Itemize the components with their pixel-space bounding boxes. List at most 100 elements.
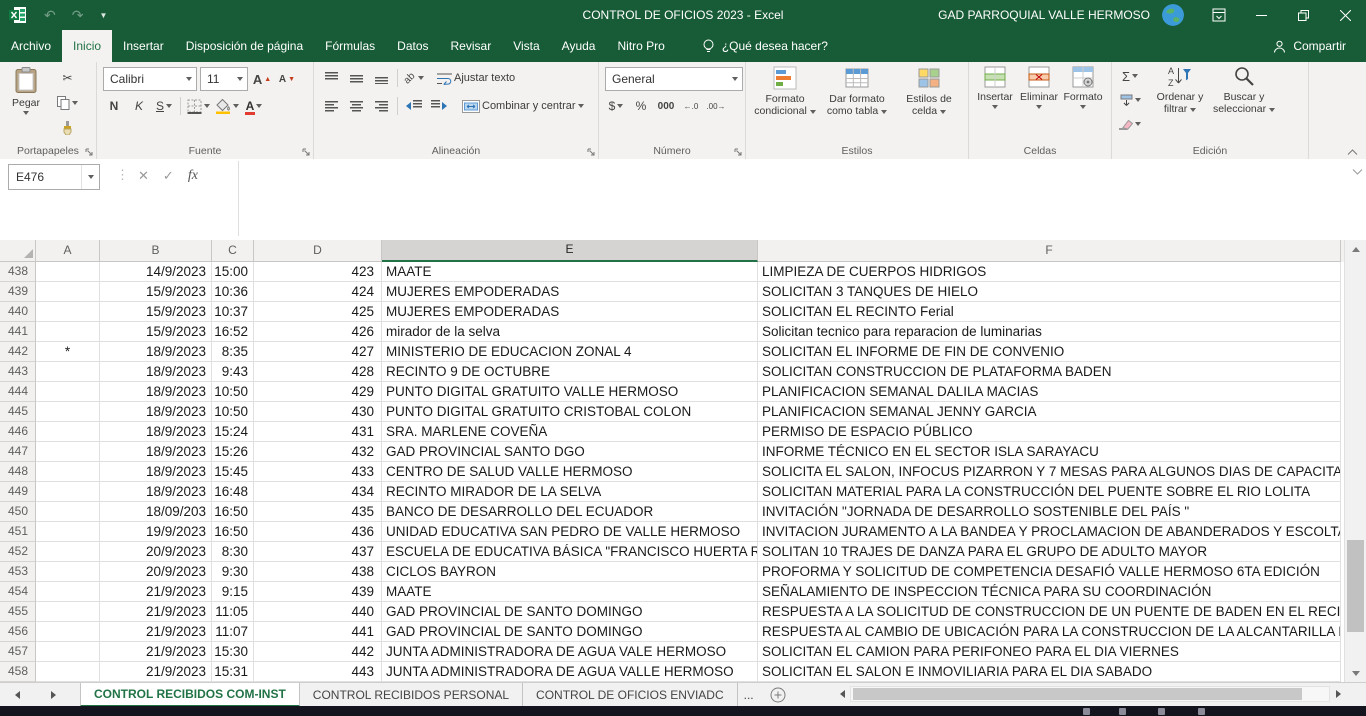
hscroll-right-icon[interactable]: [1330, 690, 1346, 698]
tab-inicio[interactable]: Inicio: [62, 30, 112, 62]
delete-cells-button[interactable]: Eliminar: [1017, 65, 1061, 109]
cell-a[interactable]: [36, 462, 100, 482]
cell-d[interactable]: 425: [254, 302, 382, 322]
insert-cells-button[interactable]: Insertar: [973, 65, 1017, 109]
cell-a[interactable]: [36, 362, 100, 382]
cell-f[interactable]: SEÑALAMIENTO DE INSPECCION TÉCNICA PARA …: [758, 582, 1341, 602]
row-header[interactable]: 457: [0, 642, 36, 662]
row-header[interactable]: 452: [0, 542, 36, 562]
cell-a[interactable]: [36, 542, 100, 562]
cell-e[interactable]: MAATE: [382, 582, 758, 602]
cell-e[interactable]: JUNTA ADMINISTRADORA DE AGUA VALLE HERMO…: [382, 662, 758, 682]
cell-c[interactable]: 8:30: [212, 542, 254, 562]
row-header[interactable]: 443: [0, 362, 36, 382]
row-header[interactable]: 451: [0, 522, 36, 542]
row-header[interactable]: 442: [0, 342, 36, 362]
cell-d[interactable]: 440: [254, 602, 382, 622]
clear-button[interactable]: [1118, 114, 1142, 134]
cell-f[interactable]: SOLICITAN 3 TANQUES DE HIELO: [758, 282, 1341, 302]
cell-d[interactable]: 438: [254, 562, 382, 582]
column-header-a[interactable]: A: [36, 240, 100, 262]
cell-b[interactable]: 14/9/2023: [100, 262, 212, 282]
cell-b[interactable]: 20/9/2023: [100, 562, 212, 582]
taskbar-tray-icon[interactable]: [1198, 708, 1205, 715]
format-as-table-dropdown-icon[interactable]: [881, 110, 887, 114]
row-header[interactable]: 441: [0, 322, 36, 342]
fill-dropdown-icon[interactable]: [1135, 98, 1141, 102]
align-top-button[interactable]: [320, 68, 342, 88]
tab-formulas[interactable]: Fórmulas: [314, 30, 386, 62]
taskbar-tray-icon[interactable]: [1158, 708, 1165, 715]
cell-b[interactable]: 20/9/2023: [100, 542, 212, 562]
cell-c[interactable]: 16:48: [212, 482, 254, 502]
cell-d[interactable]: 437: [254, 542, 382, 562]
cell-e[interactable]: RECINTO 9 DE OCTUBRE: [382, 362, 758, 382]
increase-decimal-button[interactable]: ←.0: [680, 96, 702, 116]
bold-button[interactable]: N: [103, 96, 125, 116]
cell-b[interactable]: 15/9/2023: [100, 282, 212, 302]
align-middle-button[interactable]: [345, 68, 367, 88]
orientation-dropdown-icon[interactable]: [418, 76, 424, 80]
cell-c[interactable]: 15:26: [212, 442, 254, 462]
cell-a[interactable]: [36, 622, 100, 642]
cell-b[interactable]: 18/9/2023: [100, 362, 212, 382]
row-header[interactable]: 446: [0, 422, 36, 442]
cell-a[interactable]: [36, 482, 100, 502]
decrease-indent-button[interactable]: [403, 96, 425, 116]
autosum-dropdown-icon[interactable]: [1132, 74, 1138, 78]
hscroll-left-icon[interactable]: [834, 690, 850, 698]
cell-e[interactable]: BANCO DE DESARROLLO DEL ECUADOR: [382, 502, 758, 522]
vertical-scroll-thumb[interactable]: [1347, 540, 1364, 632]
ribbon-display-options-icon[interactable]: [1198, 0, 1240, 30]
cell-c[interactable]: 16:52: [212, 322, 254, 342]
cell-b[interactable]: 18/9/2023: [100, 402, 212, 422]
cell-c[interactable]: 15:00: [212, 262, 254, 282]
row-header[interactable]: 439: [0, 282, 36, 302]
cell-c[interactable]: 10:37: [212, 302, 254, 322]
cell-b[interactable]: 18/9/2023: [100, 422, 212, 442]
cell-b[interactable]: 18/9/2023: [100, 482, 212, 502]
cell-styles-dropdown-icon[interactable]: [940, 110, 946, 114]
cell-f[interactable]: PROFORMA Y SOLICITUD DE COMPETENCIA DESA…: [758, 562, 1341, 582]
cell-c[interactable]: 16:50: [212, 502, 254, 522]
column-header-d[interactable]: D: [254, 240, 382, 262]
sheet-tab-control-oficios-enviados[interactable]: CONTROL DE OFICIOS ENVIADC: [523, 683, 738, 707]
cell-a[interactable]: [36, 662, 100, 682]
vertical-scrollbar[interactable]: [1344, 240, 1366, 682]
cell-c[interactable]: 15:31: [212, 662, 254, 682]
cell-b[interactable]: 15/9/2023: [100, 322, 212, 342]
font-size-select[interactable]: 11: [200, 67, 248, 91]
cell-f[interactable]: PLANIFICACION SEMANAL DALILA MACIAS: [758, 382, 1341, 402]
sheet-nav-prev-icon[interactable]: [6, 683, 28, 707]
cell-d[interactable]: 429: [254, 382, 382, 402]
tab-ayuda[interactable]: Ayuda: [551, 30, 607, 62]
format-as-table-button[interactable]: Dar formato como tabla: [821, 65, 893, 117]
tab-vista[interactable]: Vista: [502, 30, 550, 62]
insert-cells-dropdown-icon[interactable]: [992, 105, 998, 109]
scroll-up-icon[interactable]: [1345, 240, 1366, 258]
row-header[interactable]: 440: [0, 302, 36, 322]
cell-f[interactable]: PLANIFICACION SEMANAL JENNY GARCIA: [758, 402, 1341, 422]
align-left-button[interactable]: [320, 96, 342, 116]
cell-c[interactable]: 10:50: [212, 382, 254, 402]
cell-a[interactable]: [36, 582, 100, 602]
tab-disposicion[interactable]: Disposición de página: [175, 30, 314, 62]
share-button[interactable]: Compartir: [1273, 30, 1366, 62]
cell-c[interactable]: 9:30: [212, 562, 254, 582]
cell-b[interactable]: 21/9/2023: [100, 582, 212, 602]
horizontal-scrollbar[interactable]: [834, 686, 1346, 702]
percent-format-button[interactable]: %: [630, 96, 652, 116]
formula-input[interactable]: [238, 161, 1348, 236]
cell-a[interactable]: [36, 442, 100, 462]
font-name-select[interactable]: Calibri: [103, 67, 197, 91]
copy-dropdown-icon[interactable]: [72, 101, 78, 105]
collapse-ribbon-icon[interactable]: [1347, 149, 1358, 155]
customize-quick-access-toolbar-icon[interactable]: ▼: [99, 11, 107, 20]
cell-a[interactable]: *: [36, 342, 100, 362]
row-header[interactable]: 455: [0, 602, 36, 622]
column-header-c[interactable]: C: [212, 240, 254, 262]
cell-d[interactable]: 443: [254, 662, 382, 682]
format-cells-dropdown-icon[interactable]: [1080, 105, 1086, 109]
sheet-tab-control-recibidos-personal[interactable]: CONTROL RECIBIDOS PERSONAL: [300, 683, 523, 707]
tell-me-box[interactable]: ¿Qué desea hacer?: [702, 30, 828, 62]
